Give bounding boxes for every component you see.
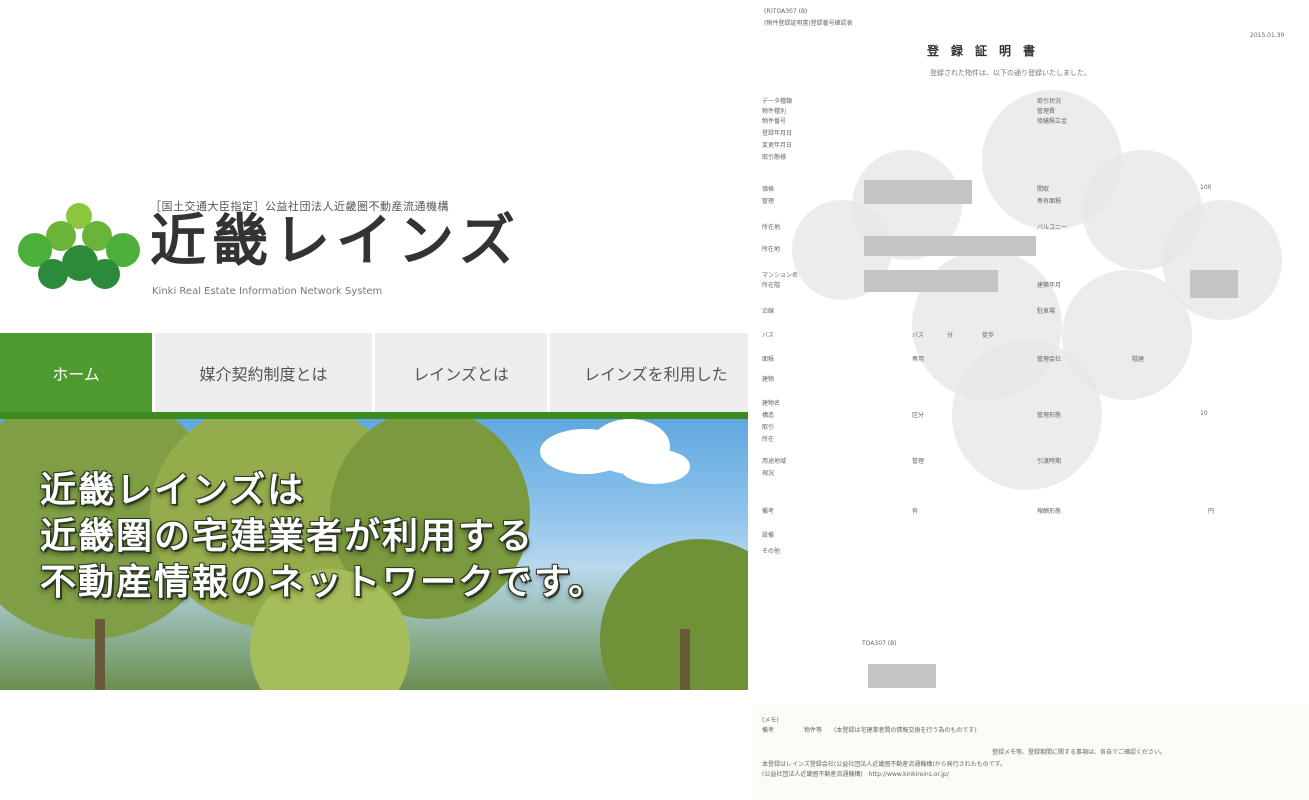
doc-value: 管理 (912, 458, 925, 465)
doc-field-label: 構造 (762, 412, 775, 419)
doc-field-label: 駐車場 (1037, 308, 1056, 315)
doc-value: 分 (947, 332, 954, 339)
doc-field-label: 所在地 (762, 246, 781, 253)
doc-field-label: 報酬形態 (1037, 508, 1062, 515)
doc-field-label: マンション名 (762, 272, 799, 279)
doc-field-label: 現況 (762, 470, 775, 477)
nav-tab-brokerage[interactable]: 媒介契約制度とは (155, 333, 375, 412)
doc-field-label: 管理費 (1037, 108, 1056, 115)
doc-date: 2015.01.30 (1250, 32, 1285, 39)
doc-header-line-1: (R)TOA307 (B) (764, 8, 808, 15)
doc-field-label: 備考 (762, 508, 775, 515)
registration-certificate-document: (R)TOA307 (B) (物件登録証明書)登録番号確認表 2015.01.3… (752, 0, 1309, 800)
nav-tab-about-reins[interactable]: レインズとは (375, 333, 550, 412)
website-panel: ［国土交通大臣指定］公益社団法人近畿圏不動産流通機構 近畿レインズ Kinki … (0, 0, 748, 800)
doc-field-label: 設備 (762, 532, 775, 539)
hero-text-line-1: 近畿レインズは (40, 470, 306, 511)
doc-field-label: バス (762, 332, 775, 339)
doc-value: 100 (1200, 184, 1212, 191)
doc-value: バス (912, 332, 925, 339)
doc-field-label: 用途地域 (762, 458, 787, 465)
doc-subtitle: 登録された物件は、以下の通り登録いたしました。 (930, 69, 1091, 77)
hero-text-line-3: 不動産情報のネットワークです。 (40, 562, 607, 603)
doc-value: 区分 (912, 412, 925, 419)
main-nav: ホーム 媒介契約制度とは レインズとは レインズを利用した (0, 333, 748, 412)
doc-footer: (メモ) 備考 物件等 (本登録は宅建業者間の情報交換を行う為のものです) 登録… (752, 705, 1309, 800)
doc-footer-line: (メモ) (762, 717, 779, 724)
nav-underline (0, 412, 748, 419)
doc-value: 階建 (1132, 356, 1145, 363)
reins-logo-icon[interactable] (18, 203, 140, 293)
doc-field-label: 所在階 (762, 282, 781, 289)
doc-value: 有 (912, 508, 919, 515)
doc-field-label: 建物名 (762, 400, 781, 407)
doc-field-label: 建築年月 (1037, 282, 1062, 289)
doc-field-label: 取引状況 (1037, 98, 1062, 105)
nav-tab-home[interactable]: ホーム (0, 333, 155, 412)
doc-footer-line: 備考 物件等 (本登録は宅建業者間の情報交換を行う為のものです) (762, 727, 977, 734)
hero-text-line-2: 近畿圏の宅建業者が利用する (40, 516, 535, 557)
doc-value: 専用 (912, 356, 925, 363)
redacted-block (864, 236, 1036, 256)
doc-value: 徒歩 (982, 332, 995, 339)
doc-field-label: 間取 (1037, 186, 1050, 193)
doc-field-label: バルコニー (1037, 224, 1067, 231)
doc-field-label: 登録年月日 (762, 130, 793, 137)
doc-field-label: 専有面積 (1037, 198, 1062, 205)
redacted-block (1190, 270, 1238, 298)
doc-field-label: その他 (762, 548, 781, 555)
redacted-block (864, 270, 998, 292)
doc-field-label: 引渡時期 (1037, 458, 1062, 465)
doc-field-label: 取引 (762, 424, 775, 431)
doc-footer-line: 登録メモ等、登録期間に関する事項は、各自でご確認ください。 (992, 749, 1167, 756)
doc-field-label: 建物 (762, 376, 775, 383)
doc-title: 登録証明書 (927, 44, 1048, 58)
doc-header-line-2: (物件登録証明書)登録番号確認表 (764, 20, 853, 27)
doc-value: 10 (1200, 410, 1208, 417)
site-subtitle: Kinki Real Estate Information Network Sy… (152, 286, 383, 297)
doc-field-label: 管理会社 (1037, 356, 1062, 363)
redacted-block (864, 180, 972, 204)
doc-field-label: 取引態様 (762, 154, 787, 161)
redacted-block (868, 664, 936, 688)
doc-field-label: 物件番号 (762, 118, 787, 125)
doc-field-label: 修繕積立金 (1037, 118, 1068, 125)
site-title[interactable]: 近畿レインズ (150, 214, 521, 270)
hero-banner: 近畿レインズは 近畿圏の宅建業者が利用する 不動産情報のネットワークです。 (0, 419, 748, 690)
nav-tab-using-reins[interactable]: レインズを利用した (550, 333, 748, 412)
doc-value: 円 (1208, 508, 1215, 515)
doc-field-label: 所在地 (762, 224, 781, 231)
doc-field-label: 面積 (762, 356, 775, 363)
doc-value: TOA307 (B) (862, 640, 897, 647)
doc-footer-line: (公益社団法人近畿圏不動産流通機構) http://www.kinkireins… (762, 771, 949, 778)
doc-field-label: データ種類 (762, 98, 793, 105)
doc-field-label: 管理形態 (1037, 412, 1062, 419)
doc-field-label: 物件種別 (762, 108, 787, 115)
doc-field-label: 所在 (762, 436, 775, 443)
doc-field-label: 沿線 (762, 308, 775, 315)
doc-field-label: 価格 (762, 186, 775, 193)
doc-field-label: 変更年月日 (762, 142, 793, 149)
doc-footer-line: 本登録はレインズ登録会社(公益社団法人近畿圏不動産流通機構)から発行されたもので… (762, 761, 1006, 768)
doc-field-label: 管理 (762, 198, 775, 205)
